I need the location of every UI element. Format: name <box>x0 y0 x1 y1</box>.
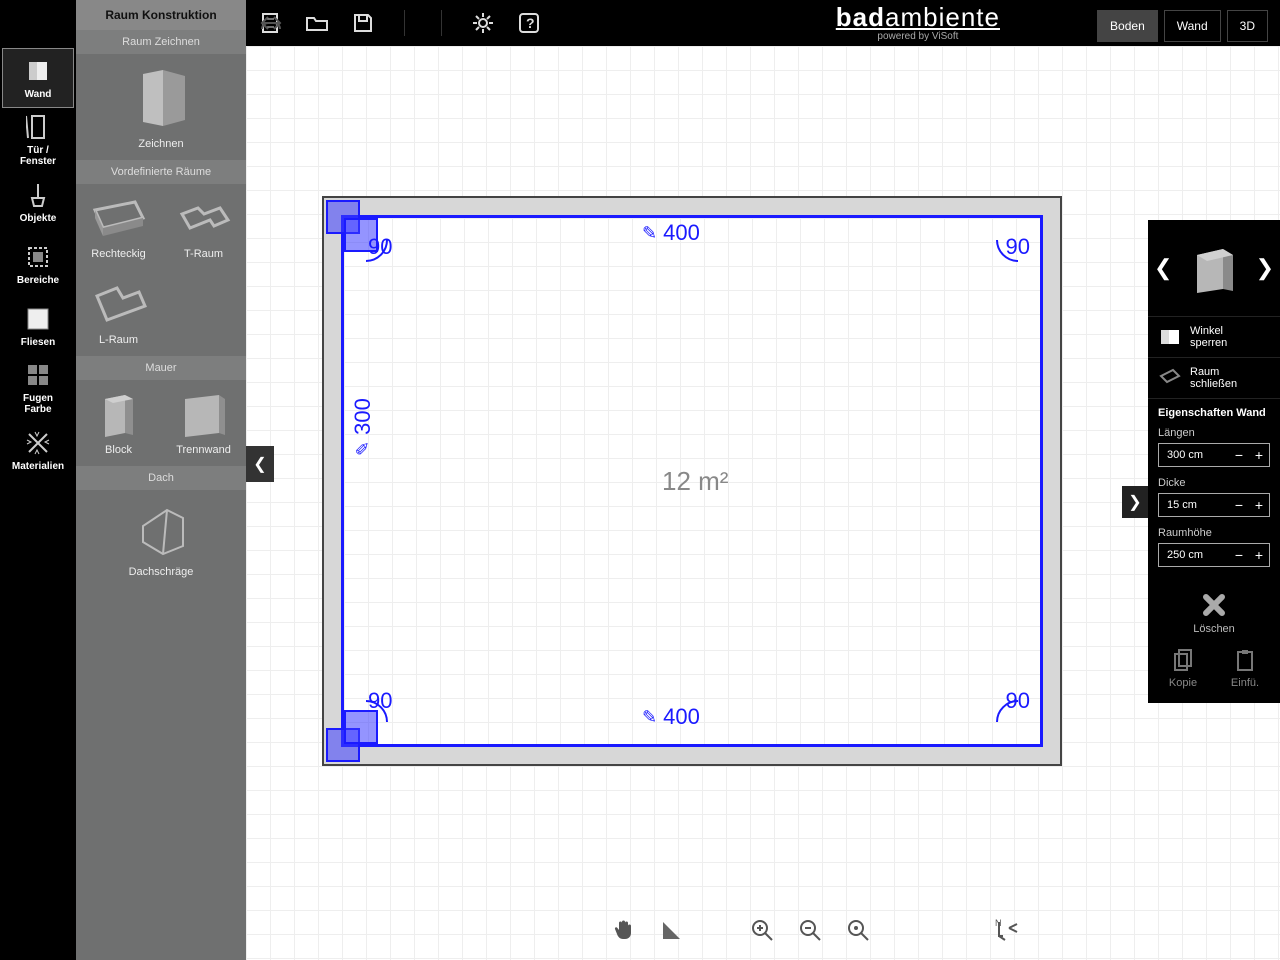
tool-t-raum[interactable]: T-Raum <box>161 184 246 270</box>
svg-text:?: ? <box>526 15 535 31</box>
copy-button[interactable]: Kopie <box>1169 649 1197 689</box>
tool-zeichnen[interactable]: Zeichnen <box>76 54 246 160</box>
room-plan[interactable]: 90 90 90 90 ✎400 ✎400 ✎300 12 m² <box>322 196 1062 766</box>
tools-panel: Raum Konstruktion Raum Zeichnen Zeichnen… <box>76 0 246 960</box>
svg-text:N: N <box>995 918 1002 928</box>
view-tabs: Boden Wand 3D <box>1097 10 1268 42</box>
section-zeichnen: Raum Zeichnen <box>76 30 246 54</box>
rail-fliesen[interactable]: Fliesen <box>2 296 74 356</box>
rail-tuer-fenster[interactable]: Tür / Fenster <box>2 110 74 170</box>
option-winkel-sperren[interactable]: Winkel sperren <box>1148 316 1280 357</box>
section-vordefiniert: Vordefinierte Räume <box>76 160 246 184</box>
tab-boden[interactable]: Boden <box>1097 10 1158 42</box>
tool-l-raum[interactable]: L-Raum <box>76 270 161 356</box>
open-icon[interactable] <box>306 12 328 34</box>
axis-icon[interactable]: N <box>995 917 1021 943</box>
rail-bereiche[interactable]: Bereiche <box>2 234 74 294</box>
tools-header: Raum Konstruktion <box>76 0 246 30</box>
rail-materialien[interactable]: Materialien <box>2 420 74 480</box>
tab-3d[interactable]: 3D <box>1227 10 1268 42</box>
canvas-toolbar: N <box>492 908 1140 952</box>
properties-title: Eigenschaften Wand <box>1148 398 1280 423</box>
properties-collapse-button[interactable]: ❯ <box>1122 486 1148 518</box>
field-raumhoehe[interactable]: 250 cm−+ <box>1158 543 1270 567</box>
raumhoehe-minus[interactable]: − <box>1229 547 1249 563</box>
dicke-plus[interactable]: + <box>1249 497 1269 513</box>
dim-top[interactable]: ✎400 <box>642 220 700 246</box>
dim-bottom[interactable]: ✎400 <box>642 704 700 730</box>
label-dicke: Dicke <box>1148 473 1280 491</box>
pan-icon[interactable] <box>611 917 637 943</box>
angle-bl: 90 <box>368 688 392 714</box>
settings-icon[interactable] <box>472 12 494 34</box>
dicke-minus[interactable]: − <box>1229 497 1249 513</box>
label-laengen: Längen <box>1148 423 1280 441</box>
brand-logo: badambiente powered by ViSoft <box>836 2 1000 42</box>
left-rail: Wand Tür / Fenster Objekte Bereiche Flie… <box>0 46 76 960</box>
help-icon[interactable]: ? <box>518 12 540 34</box>
rail-objekte[interactable]: Objekte <box>2 172 74 232</box>
delete-button[interactable]: Löschen <box>1148 573 1280 639</box>
element-preview-icon <box>1185 239 1243 297</box>
rail-fugenfarbe[interactable]: Fugen Farbe <box>2 358 74 418</box>
dim-left[interactable]: ✎300 <box>350 398 376 456</box>
tool-dachschraege[interactable]: Dachschräge <box>76 490 246 588</box>
angle-br: 90 <box>1006 688 1030 714</box>
rail-wand[interactable]: Wand <box>2 48 74 108</box>
raumhoehe-plus[interactable]: + <box>1249 547 1269 563</box>
paste-button[interactable]: Einfü. <box>1231 649 1259 689</box>
option-raum-schliessen[interactable]: Raum schließen <box>1148 357 1280 398</box>
triangle-icon[interactable] <box>659 917 685 943</box>
properties-panel: ❮ ❯ Winkel sperren Raum schließen Eigens… <box>1148 220 1280 703</box>
tool-block[interactable]: Block <box>76 380 161 466</box>
field-dicke[interactable]: 15 cm−+ <box>1158 493 1270 517</box>
prev-element-button[interactable]: ❮ <box>1154 255 1172 281</box>
label-raumhoehe: Raumhöhe <box>1148 523 1280 541</box>
room-area-label: 12 m² <box>662 466 728 497</box>
section-mauer: Mauer <box>76 356 246 380</box>
zoom-in-icon[interactable] <box>749 917 775 943</box>
tool-rechteckig[interactable]: Rechteckig <box>76 184 161 270</box>
redo-icon[interactable] <box>260 12 282 34</box>
next-element-button[interactable]: ❯ <box>1256 255 1274 281</box>
tools-collapse-button[interactable]: ❮ <box>246 446 274 482</box>
tab-wand[interactable]: Wand <box>1164 10 1221 42</box>
angle-tl: 90 <box>368 234 392 260</box>
zoom-out-icon[interactable] <box>797 917 823 943</box>
field-laengen[interactable]: 300 cm−+ <box>1158 443 1270 467</box>
save-icon[interactable] <box>352 12 374 34</box>
laengen-plus[interactable]: + <box>1249 447 1269 463</box>
tool-trennwand[interactable]: Trennwand <box>161 380 246 466</box>
section-dach: Dach <box>76 466 246 490</box>
zoom-fit-icon[interactable] <box>845 917 871 943</box>
laengen-minus[interactable]: − <box>1229 447 1249 463</box>
angle-tr: 90 <box>1006 234 1030 260</box>
